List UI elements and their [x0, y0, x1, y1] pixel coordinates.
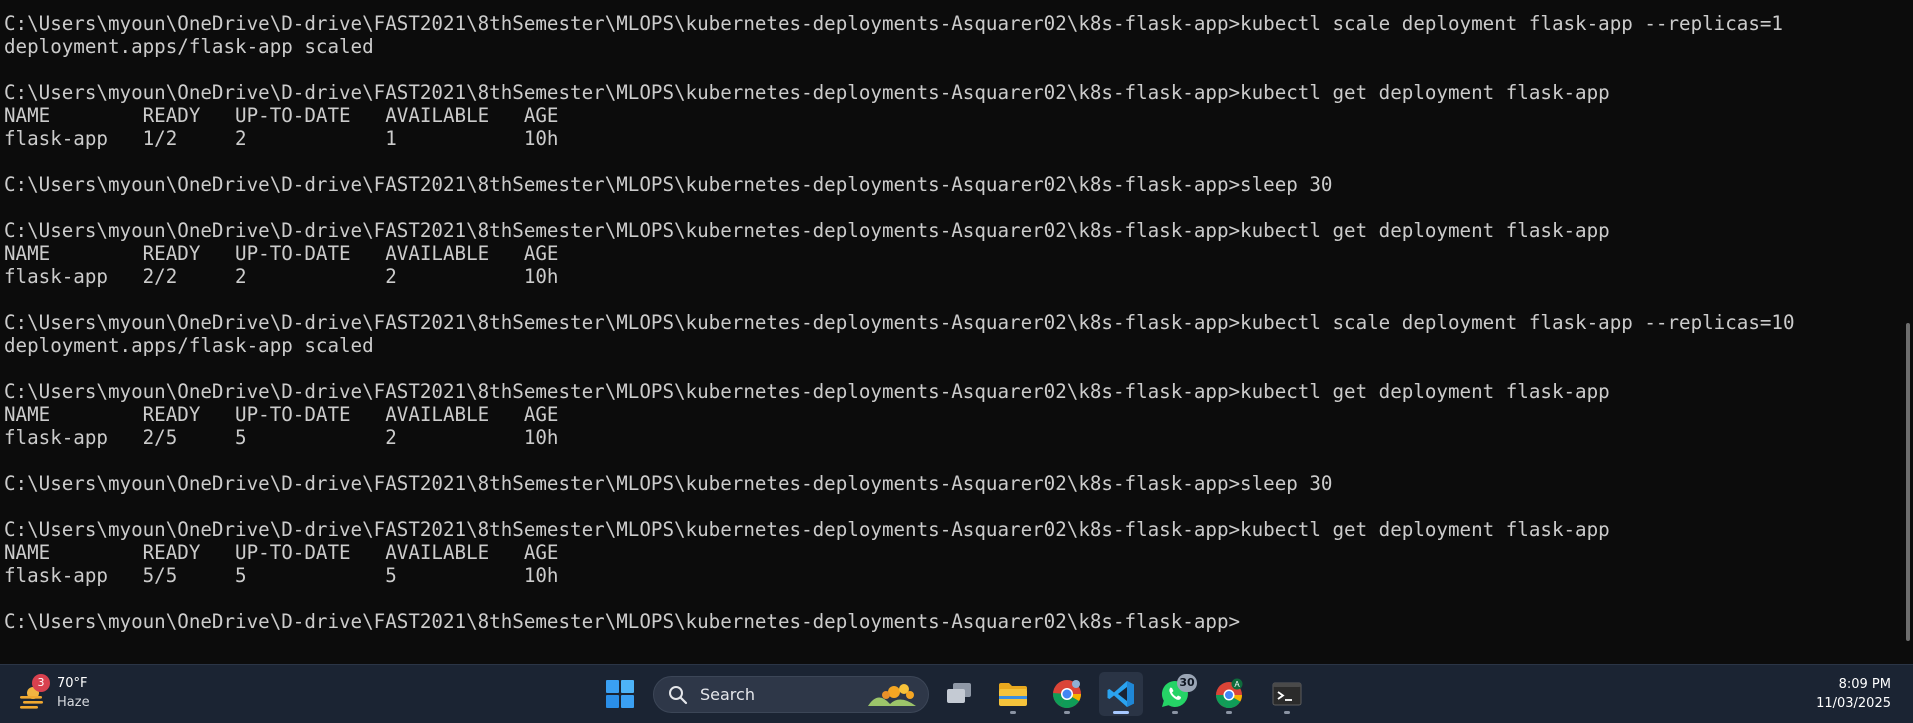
- vscode-button[interactable]: [1099, 672, 1143, 716]
- whatsapp-unread-badge: 30: [1177, 674, 1197, 692]
- vscode-icon: [1107, 681, 1134, 707]
- chrome-profile-icon: A: [1215, 678, 1243, 709]
- terminal-line: deployment.apps/flask-app scaled: [4, 334, 374, 357]
- search-icon: [669, 686, 688, 705]
- weather-temperature: 70°F: [57, 676, 88, 691]
- whatsapp-button[interactable]: 30: [1153, 672, 1197, 716]
- search-highlight-flowers-icon: [868, 684, 916, 706]
- terminal-line: flask-app 2/2 2 2 10h: [4, 265, 559, 288]
- taskbar-search-box[interactable]: Search: [653, 676, 929, 713]
- weather-condition: Haze: [57, 695, 90, 710]
- terminal-icon: [1272, 682, 1302, 706]
- terminal-line: flask-app 2/5 5 2 10h: [4, 426, 559, 449]
- weather-widget[interactable]: 3 70°F Haze: [14, 674, 104, 714]
- terminal-line: C:\Users\myoun\OneDrive\D-drive\FAST2021…: [4, 610, 1241, 633]
- terminal-line: flask-app 5/5 5 5 10h: [4, 564, 559, 587]
- terminal-line: C:\Users\myoun\OneDrive\D-drive\FAST2021…: [4, 472, 1333, 495]
- terminal-line: NAME READY UP-TO-DATE AVAILABLE AGE: [4, 242, 559, 265]
- taskbar: 3 70°F Haze Search 30 A 8:09 PM 11/03/20…: [0, 664, 1913, 723]
- task-view-icon: [947, 683, 971, 703]
- terminal-scrollbar[interactable]: [1906, 323, 1910, 641]
- terminal-line: C:\Users\myoun\OneDrive\D-drive\FAST2021…: [4, 219, 1610, 242]
- chrome-icon: [1053, 680, 1081, 708]
- terminal-line: deployment.apps/flask-app scaled: [4, 35, 374, 58]
- file-explorer-button[interactable]: [991, 672, 1035, 716]
- running-indicator: [1284, 711, 1290, 714]
- terminal-line: C:\Users\myoun\OneDrive\D-drive\FAST2021…: [4, 173, 1333, 196]
- terminal-window[interactable]: C:\Users\myoun\OneDrive\D-drive\FAST2021…: [0, 0, 1913, 664]
- terminal-line: flask-app 1/2 2 1 10h: [4, 127, 559, 150]
- clock-time: 8:09 PM: [1838, 677, 1891, 692]
- terminal-line: C:\Users\myoun\OneDrive\D-drive\FAST2021…: [4, 311, 1795, 334]
- running-indicator: [1064, 711, 1070, 714]
- active-indicator: [1113, 711, 1129, 714]
- folder-icon: [999, 683, 1027, 706]
- windows-icon: [606, 680, 634, 708]
- terminal-line: C:\Users\myoun\OneDrive\D-drive\FAST2021…: [4, 81, 1610, 104]
- terminal-line: C:\Users\myoun\OneDrive\D-drive\FAST2021…: [4, 518, 1610, 541]
- terminal-line: C:\Users\myoun\OneDrive\D-drive\FAST2021…: [4, 12, 1783, 35]
- terminal-line: NAME READY UP-TO-DATE AVAILABLE AGE: [4, 104, 559, 127]
- running-indicator: [1172, 711, 1178, 714]
- system-clock[interactable]: 8:09 PM 11/03/2025: [1816, 675, 1891, 713]
- task-view-button[interactable]: [937, 672, 981, 716]
- search-label: Search: [700, 685, 755, 704]
- terminal-line: NAME READY UP-TO-DATE AVAILABLE AGE: [4, 541, 559, 564]
- terminal-line: C:\Users\myoun\OneDrive\D-drive\FAST2021…: [4, 380, 1610, 403]
- chrome-profile-initial: A: [1234, 680, 1240, 689]
- running-indicator: [1226, 711, 1232, 714]
- running-indicator: [1010, 711, 1016, 714]
- terminal-button[interactable]: [1265, 672, 1309, 716]
- clock-date: 11/03/2025: [1816, 696, 1891, 711]
- weather-alert-badge: 3: [32, 674, 50, 692]
- terminal-line: NAME READY UP-TO-DATE AVAILABLE AGE: [4, 403, 559, 426]
- chrome-profile-button[interactable]: A: [1207, 672, 1251, 716]
- chrome-button[interactable]: [1045, 672, 1089, 716]
- start-button[interactable]: [598, 672, 642, 716]
